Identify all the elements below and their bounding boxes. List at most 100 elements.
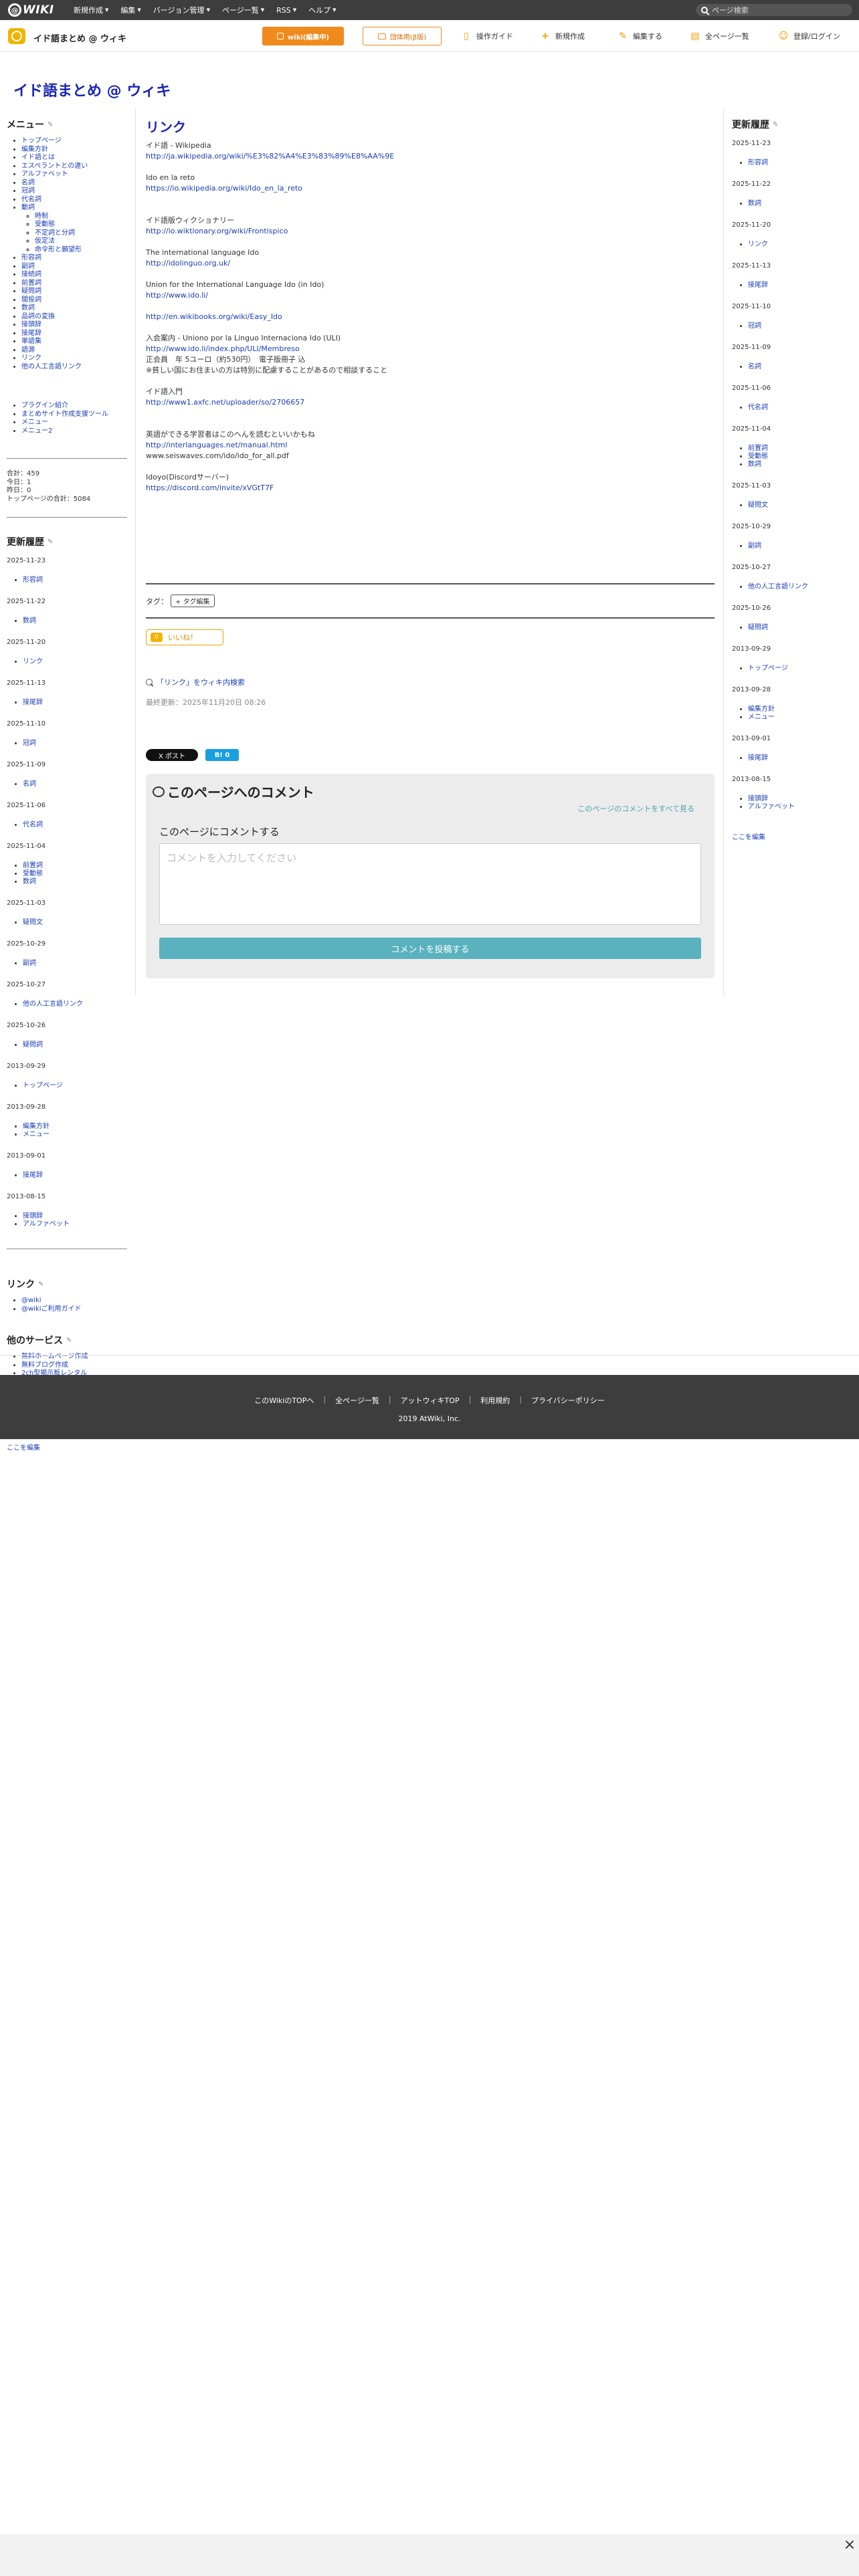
history-item-link[interactable]: 代名詞: [23, 821, 43, 829]
menu-help[interactable]: ヘルプ ▼: [308, 5, 336, 15]
external-link[interactable]: http://www.ido.li/index.php/ULI/Membreso: [146, 344, 300, 353]
submenu-item-link[interactable]: 時制: [35, 213, 48, 220]
history-item-link[interactable]: アルファベット: [748, 803, 795, 811]
hatena-bookmark-button[interactable]: B! 0: [205, 749, 239, 761]
history-item-link[interactable]: 数詞: [23, 617, 36, 625]
menu-item-link[interactable]: 編集方針: [21, 146, 48, 153]
external-link[interactable]: http://interlanguages.net/manual.html: [146, 441, 287, 449]
menu-item-link[interactable]: 間投詞: [21, 296, 41, 304]
history-item-link[interactable]: 疑問詞: [748, 624, 768, 631]
comment-submit-button[interactable]: コメントを投稿する: [159, 938, 701, 959]
history-item-link[interactable]: 接尾辞: [23, 699, 43, 706]
history-item-link[interactable]: 副詞: [23, 960, 36, 967]
external-link[interactable]: http://io.wiktionary.org/wiki/Frontispic…: [146, 227, 288, 235]
menu-item-link[interactable]: 語源: [21, 346, 35, 354]
external-link[interactable]: http://en.wikibooks.org/wiki/Easy_Ido: [146, 312, 282, 321]
comment-textarea[interactable]: [159, 843, 701, 925]
history-item-link[interactable]: メニュー: [748, 714, 775, 721]
edit-pencil-icon[interactable]: ✎: [47, 121, 53, 128]
history-item-link[interactable]: 疑問詞: [23, 1041, 43, 1049]
x-post-button[interactable]: X ポスト: [146, 749, 198, 761]
menu-item-link[interactable]: 形容詞: [21, 254, 41, 261]
history-item-link[interactable]: 接頭辞: [748, 795, 768, 802]
history-item-link[interactable]: 数詞: [748, 461, 761, 468]
group-app-button[interactable]: 団体用(β版): [363, 27, 442, 45]
wiki-edit-button[interactable]: wiki(編集中): [262, 27, 344, 45]
history-item-link[interactable]: 接頭辞: [23, 1212, 43, 1220]
history-item-link[interactable]: 前置詞: [23, 862, 43, 869]
menu-item-link[interactable]: 単語集: [21, 338, 41, 345]
menu-item-link[interactable]: 前置詞: [21, 280, 41, 287]
menu-edit[interactable]: 編集 ▼: [120, 5, 140, 15]
site-title[interactable]: イド語まとめ @ ウィキ: [33, 31, 126, 44]
footer-link-allpages[interactable]: 全ページ一覧: [335, 1395, 379, 1406]
all-pages-button[interactable]: ▤ 全ページ一覧: [690, 27, 749, 45]
history-item-link[interactable]: 副詞: [748, 542, 761, 550]
menu-item-link[interactable]: 疑問詞: [21, 288, 41, 295]
close-icon[interactable]: ×: [843, 2538, 856, 2553]
submenu-item-link[interactable]: 不定詞と分詞: [35, 229, 75, 237]
menu-item-link[interactable]: 数詞: [21, 304, 35, 312]
menu-item-link[interactable]: 代名詞: [21, 196, 41, 203]
search-icon[interactable]: [701, 7, 708, 13]
all-comments-link[interactable]: このページのコメントをすべて見る: [577, 803, 694, 814]
page-title[interactable]: イド語まとめ @ ウィキ: [13, 79, 171, 100]
history-item-link[interactable]: 編集方針: [23, 1123, 50, 1130]
external-link[interactable]: https://io.wikipedia.org/wiki/Ido_en_la_…: [146, 184, 302, 193]
link-item-link[interactable]: @wikiご利用ガイド: [21, 1305, 82, 1313]
new-page-button[interactable]: + 新規作成: [541, 27, 585, 45]
edit-pencil-icon[interactable]: ✎: [38, 1281, 43, 1288]
menu-item-link[interactable]: エスペラントとの違い: [21, 163, 88, 170]
history-item-link[interactable]: トップページ: [748, 665, 788, 672]
history-item-link[interactable]: 受動態: [748, 453, 768, 460]
history-item-link[interactable]: 疑問文: [23, 919, 43, 926]
history-item-link[interactable]: 形容詞: [748, 159, 768, 167]
history-item-link[interactable]: 接尾辞: [748, 282, 768, 289]
site-icon[interactable]: [8, 28, 25, 44]
edit-page-button[interactable]: ✎ 編集する: [618, 27, 662, 45]
history-item-link[interactable]: 代名詞: [748, 404, 768, 411]
menu-rss[interactable]: RSS ▼: [276, 6, 296, 15]
edit-pencil-icon[interactable]: ✎: [773, 121, 778, 128]
atwiki-logo[interactable]: @ WIKI: [8, 3, 54, 17]
history-item-link[interactable]: 前置詞: [748, 445, 768, 452]
edit-here-link[interactable]: ここを編集: [7, 1442, 127, 1452]
footer-link-top[interactable]: このWikiのTOPへ: [254, 1395, 314, 1406]
external-link[interactable]: http://www1.axfc.net/uploader/so/2706657: [146, 398, 304, 407]
plugin-item-link[interactable]: メニュー2: [21, 427, 52, 435]
menu-item-link[interactable]: トップページ: [21, 137, 62, 144]
history-item-link[interactable]: 冠詞: [748, 322, 761, 330]
menu-item-link[interactable]: 接尾辞: [21, 330, 41, 337]
right-edit-here-link[interactable]: ここを編集: [732, 831, 852, 841]
history-item-link[interactable]: メニュー: [23, 1131, 50, 1138]
like-button[interactable]: 0 いいね！: [146, 629, 223, 645]
submenu-item-link[interactable]: 仮定法: [35, 237, 55, 245]
footer-link-privacy[interactable]: プライバシーポリシー: [531, 1395, 605, 1406]
footer-link-terms[interactable]: 利用規約: [480, 1395, 510, 1406]
external-link[interactable]: http://idolinguo.org.uk/: [146, 259, 230, 267]
guide-button[interactable]: ▯ 操作ガイド: [462, 27, 513, 45]
plugin-item-link[interactable]: メニュー: [21, 419, 48, 426]
menu-item-link[interactable]: 動詞: [21, 204, 35, 211]
menu-item-link[interactable]: 名詞: [21, 179, 35, 187]
service-item-link[interactable]: 無料ブログ作成: [21, 1362, 68, 1369]
history-item-link[interactable]: 名詞: [23, 780, 36, 788]
search-input[interactable]: [712, 5, 846, 15]
history-item-link[interactable]: リンク: [748, 241, 768, 248]
wiki-search-link[interactable]: 「リンク」をウィキ内検索: [146, 677, 245, 687]
menu-item-link[interactable]: アルファベット: [21, 171, 68, 178]
history-item-link[interactable]: 数詞: [23, 878, 36, 885]
login-button[interactable]: ☺ 登録/ログイン: [779, 27, 840, 45]
history-item-link[interactable]: アルファベット: [23, 1220, 70, 1228]
submenu-item-link[interactable]: 受動態: [35, 221, 55, 228]
history-item-link[interactable]: 他の人工言語リンク: [748, 583, 808, 591]
history-item-link[interactable]: 名詞: [748, 363, 761, 370]
menu-item-link[interactable]: 冠詞: [21, 187, 35, 195]
footer-link-atwiki[interactable]: アットウィキTOP: [401, 1395, 460, 1406]
link-item-link[interactable]: @wiki: [21, 1297, 41, 1304]
edit-pencil-icon[interactable]: ✎: [66, 1337, 72, 1344]
service-item-link[interactable]: 無料ホームページ作成: [21, 1353, 88, 1360]
menu-item-link[interactable]: 接頭辞: [21, 321, 41, 328]
history-item-link[interactable]: 接尾辞: [23, 1172, 43, 1179]
external-link[interactable]: http://www.ido.li/: [146, 291, 208, 300]
